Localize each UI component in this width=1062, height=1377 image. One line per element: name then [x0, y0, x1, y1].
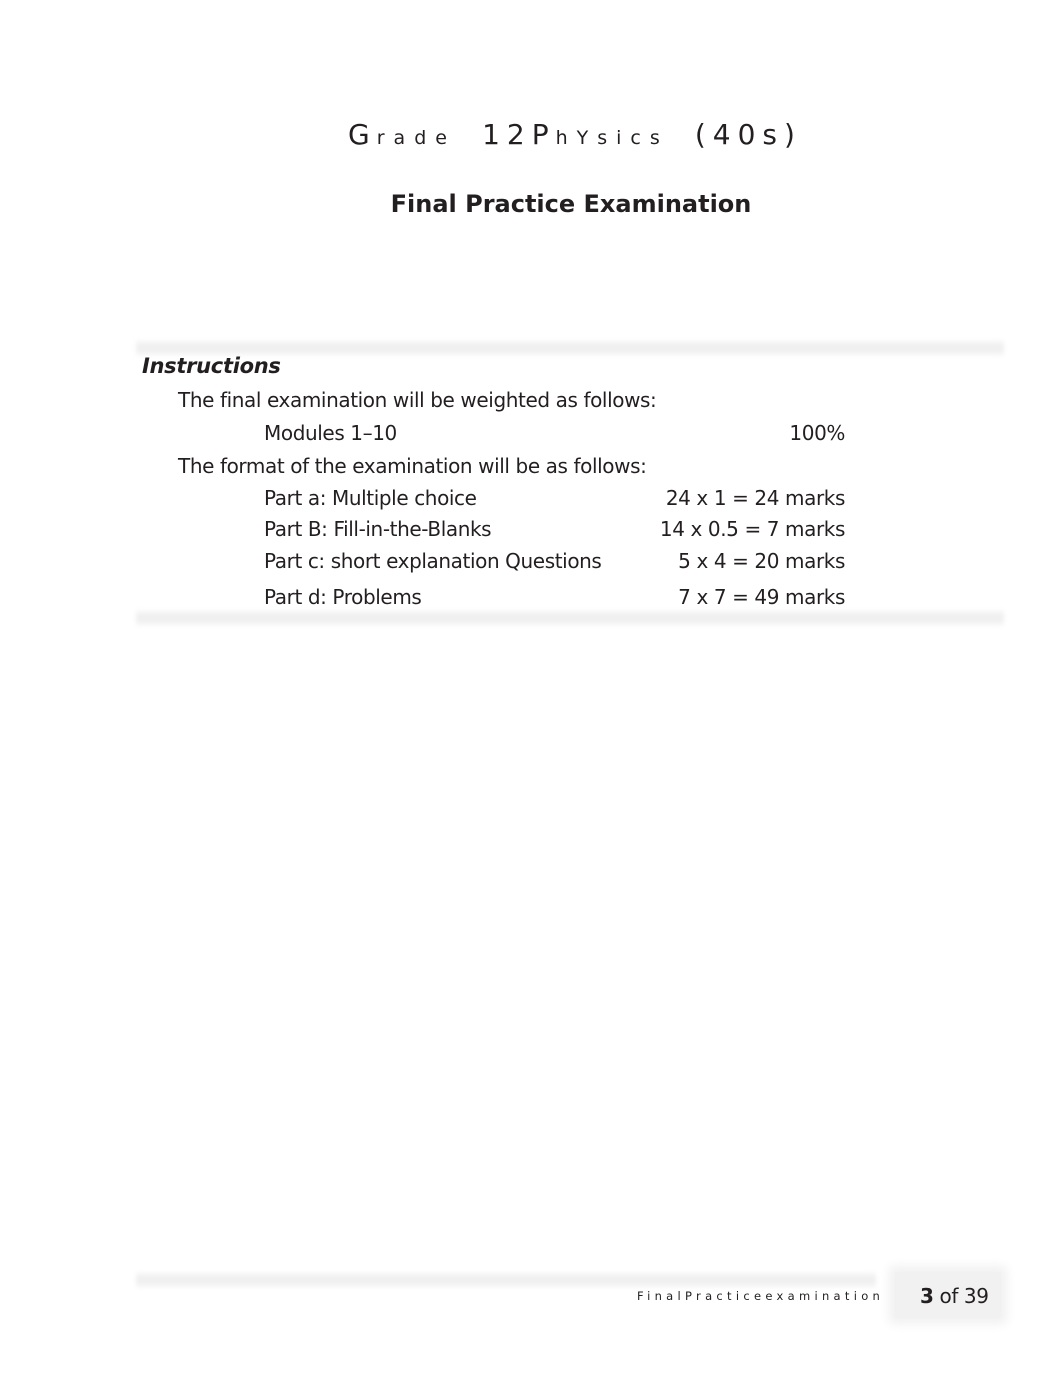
page-current: 3 [920, 1284, 934, 1308]
instructions-heading: Instructions [142, 354, 281, 378]
part-label: Part B: Fill-in-the-Blanks [264, 517, 492, 541]
divider-band-bottom [136, 610, 1004, 626]
title-part: rade [376, 127, 456, 149]
part-label: Part a: Multiple choice [264, 486, 477, 510]
page-total: of 39 [939, 1284, 989, 1308]
weighting-intro: The final examination will be weighted a… [178, 388, 657, 412]
document-title: Grade 12PhYsics (40s) [0, 118, 1062, 151]
document-subtitle: Final Practice Examination [390, 190, 752, 218]
part-marks: 7 x 7 = 49 marks [678, 585, 845, 609]
part-label: Part c: short explanation Questions [264, 549, 602, 573]
title-part: (40s) [694, 118, 802, 151]
title-part: G [348, 118, 377, 151]
title-part: 12 [482, 118, 532, 151]
footer-label: FinalPracticeexamination [637, 1289, 885, 1303]
weighting-value: 100% [789, 421, 845, 445]
part-marks: 14 x 0.5 = 7 marks [659, 517, 846, 541]
weighting-label: Modules 1–10 [264, 421, 397, 445]
title-part: hYsics [555, 127, 669, 149]
footer-band [136, 1272, 876, 1288]
page-number: 3 of 39 [920, 1284, 989, 1308]
part-marks: 5 x 4 = 20 marks [678, 549, 845, 573]
title-part: P [531, 118, 556, 151]
format-intro: The format of the examination will be as… [178, 454, 647, 478]
part-marks: 24 x 1 = 24 marks [665, 486, 846, 510]
part-label: Part d: Problems [264, 585, 422, 609]
